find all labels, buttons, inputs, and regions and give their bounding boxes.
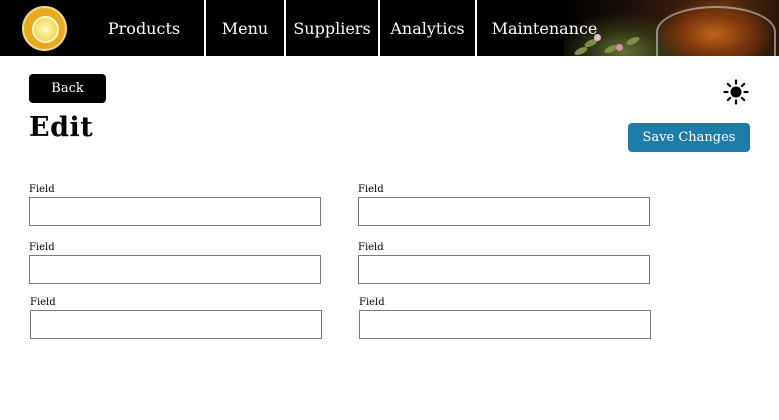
field-label: Field [358, 242, 384, 253]
page-title: Edit [29, 112, 94, 143]
nav-item-menu[interactable]: Menu [206, 0, 284, 56]
field-input[interactable] [29, 255, 321, 284]
field-label: Field [359, 297, 385, 308]
field-label: Field [30, 297, 56, 308]
brand-logo[interactable] [22, 6, 67, 51]
field-input[interactable] [29, 197, 321, 226]
field-input[interactable] [358, 197, 650, 226]
field-input[interactable] [30, 310, 322, 339]
field-input[interactable] [358, 255, 650, 284]
sun-icon[interactable] [723, 79, 749, 105]
save-changes-button[interactable]: Save Changes [628, 123, 750, 152]
nav-item-products[interactable]: Products [88, 0, 200, 56]
top-navbar: Products Menu Suppliers Analytics Mainte… [0, 0, 779, 56]
back-button[interactable]: Back [29, 74, 106, 103]
field-label: Field [358, 184, 384, 195]
field-input[interactable] [359, 310, 651, 339]
nav-item-analytics[interactable]: Analytics [380, 0, 475, 56]
field-label: Field [29, 242, 55, 253]
nav-item-suppliers[interactable]: Suppliers [286, 0, 378, 56]
field-label: Field [29, 184, 55, 195]
nav-item-maintenance[interactable]: Maintenance [477, 0, 612, 56]
